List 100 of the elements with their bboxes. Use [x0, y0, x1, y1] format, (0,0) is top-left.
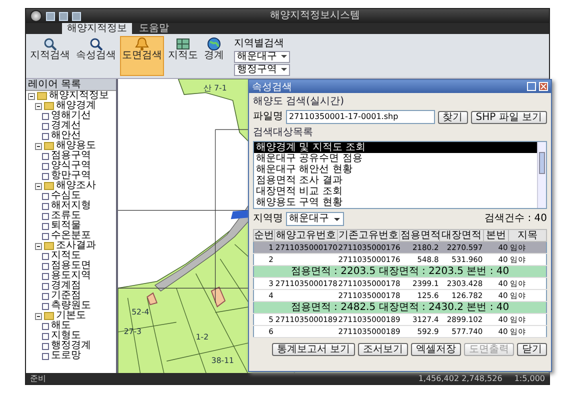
tree-item[interactable]: 지적도	[42, 251, 116, 261]
checkbox[interactable]	[42, 352, 49, 360]
column-header[interactable]: 본번	[484, 230, 509, 242]
close-icon[interactable]	[539, 82, 548, 91]
tree-item[interactable]: 해도	[42, 321, 116, 331]
tree-item[interactable]: 해양경계	[35, 101, 116, 111]
checkbox[interactable]	[42, 272, 49, 280]
expander-icon[interactable]	[35, 312, 42, 320]
tree-item[interactable]: 조사결과	[35, 241, 116, 251]
expander-icon[interactable]	[35, 142, 42, 150]
map-icon	[176, 37, 190, 51]
list-item[interactable]: 해양용도 구역 현황	[254, 197, 537, 208]
tree-item[interactable]: 지형도	[42, 331, 116, 341]
checkbox[interactable]	[42, 232, 49, 240]
region-label: 지역별검색	[234, 37, 285, 50]
dialog-button[interactable]: 통계보고서 보기	[272, 343, 355, 356]
checkbox[interactable]	[42, 172, 49, 180]
checkbox[interactable]	[42, 152, 49, 160]
scrollbar[interactable]	[537, 142, 546, 208]
checkbox[interactable]	[42, 112, 49, 120]
column-header[interactable]: 순번	[254, 230, 274, 242]
ribbon-tool-button[interactable]: 도면검색	[120, 36, 164, 76]
tree-item[interactable]: 수온분포	[42, 231, 116, 241]
ribbon-tool-button[interactable]: 속성검색	[74, 36, 118, 76]
tree-item[interactable]: 해저지형	[42, 201, 116, 211]
checkbox[interactable]	[42, 162, 49, 170]
scale-text: 1:5,000	[514, 373, 545, 384]
tree-item[interactable]: 도로망	[42, 351, 116, 361]
checkbox[interactable]	[42, 222, 49, 230]
dialog-button[interactable]: 조서보기	[358, 343, 408, 356]
app-menu-icon[interactable]	[30, 10, 42, 22]
list-item[interactable]: 대장면적 비교 조회	[254, 186, 537, 197]
file-path-field[interactable]: 27110350001-17-0001.shp	[286, 110, 435, 124]
expander-icon[interactable]	[35, 242, 42, 250]
checkbox[interactable]	[42, 322, 49, 330]
folder-icon	[44, 142, 54, 150]
bell-icon	[135, 37, 149, 51]
ribbon-tab[interactable]: 도움말	[134, 23, 174, 34]
list-item[interactable]: 해운대구 공유수면 점용	[254, 153, 537, 164]
checkbox[interactable]	[42, 192, 49, 200]
checkbox[interactable]	[42, 292, 49, 300]
column-header[interactable]: 기존고유번호	[337, 230, 400, 242]
parcel-label: 산 7-1	[204, 84, 227, 93]
tree-item[interactable]: 경계선	[42, 121, 116, 131]
dialog-button[interactable]: 찾기	[438, 110, 468, 124]
panel-title: 레이어 목록	[26, 79, 116, 91]
tree-item[interactable]: 해양용도	[35, 141, 116, 151]
ribbon-tab[interactable]: 해양지적정보	[62, 23, 132, 34]
checkbox[interactable]	[42, 282, 49, 290]
tree-item[interactable]: 해안선	[42, 131, 116, 141]
tree-item[interactable]: 점용도면	[42, 261, 116, 271]
tree-item[interactable]: 해양조사	[35, 181, 116, 191]
coordinates-text: 1,456,402 2,748,526	[418, 373, 502, 384]
checkbox[interactable]	[42, 252, 49, 260]
region-dropdown[interactable]: 해운대구	[286, 212, 344, 226]
checkbox[interactable]	[42, 262, 49, 270]
dialog-button[interactable]: SHP 파일 보기	[470, 110, 547, 124]
tree-item[interactable]: 해양지적정보	[28, 91, 116, 101]
list-item[interactable]: 해양경계 및 지적도 조회	[254, 142, 537, 153]
folder-icon	[44, 312, 54, 320]
tree-item[interactable]: 기준점	[42, 291, 116, 301]
dialog-button[interactable]: 닫기	[517, 343, 547, 356]
ribbon-tool-button[interactable]: 경계	[202, 36, 226, 76]
checkbox[interactable]	[42, 122, 49, 130]
tree-item[interactable]: 기본도	[35, 311, 116, 321]
tree-item[interactable]: 양식구역	[42, 161, 116, 171]
tree-item[interactable]: 항만구역	[42, 171, 116, 181]
column-header[interactable]: 해양고유번호	[274, 230, 338, 242]
tree-item[interactable]: 용도지역	[42, 271, 116, 281]
tree-item[interactable]: 경계점	[42, 281, 116, 291]
expander-icon[interactable]	[28, 92, 35, 100]
district-dropdown[interactable]: 해운대구	[234, 51, 290, 63]
tree-item[interactable]: 행정경계	[42, 341, 116, 351]
checkbox[interactable]	[42, 302, 49, 310]
column-header[interactable]: 지목	[508, 230, 546, 242]
column-header[interactable]: 점용면적	[400, 230, 440, 242]
expander-icon[interactable]	[35, 182, 42, 190]
column-header[interactable]: 대장면적	[440, 230, 484, 242]
dialog-button[interactable]: 엑셀저장	[411, 343, 461, 356]
expander-icon[interactable]	[35, 102, 42, 110]
list-item[interactable]: 해운대구 해안선 현황	[254, 164, 537, 175]
tree-item[interactable]: 영해기선	[42, 111, 116, 121]
tree-item[interactable]: 조류도	[42, 211, 116, 221]
category-dropdown[interactable]: 행정구역	[234, 64, 290, 76]
tree-item[interactable]: 수심도	[42, 191, 116, 201]
checkbox[interactable]	[42, 202, 49, 210]
tree-item[interactable]: 퇴적물	[42, 221, 116, 231]
checkbox[interactable]	[42, 212, 49, 220]
tree-item[interactable]: 점용구역	[42, 151, 116, 161]
checkbox[interactable]	[42, 342, 49, 350]
checkbox[interactable]	[42, 132, 49, 140]
list-item[interactable]: 점용면적 조사 결과	[254, 175, 537, 186]
tree-item[interactable]: 측량원도	[42, 301, 116, 311]
checkbox[interactable]	[42, 332, 49, 340]
parcel-label: 27-3	[124, 326, 142, 336]
ribbon-tool-button[interactable]: 지적검색	[28, 36, 72, 76]
minimize-icon[interactable]	[527, 82, 536, 91]
folder-icon	[44, 242, 54, 250]
ribbon-tool-button[interactable]: 지적도	[166, 36, 200, 76]
section-label: 해양도 검색(실시간)	[253, 96, 345, 107]
